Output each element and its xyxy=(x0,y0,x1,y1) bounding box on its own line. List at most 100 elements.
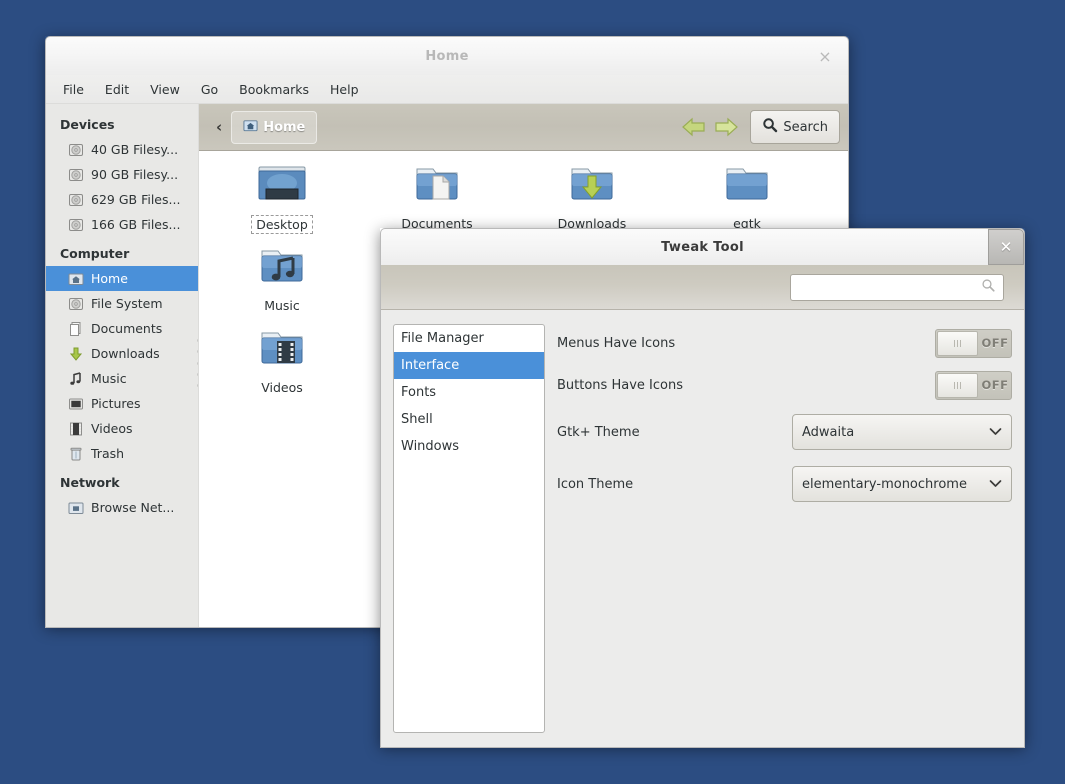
file-item-videos[interactable]: Videos xyxy=(227,323,337,396)
menus-have-icons-toggle[interactable]: OFF xyxy=(935,328,1012,358)
toggle-knob xyxy=(937,372,978,398)
sidebar-item-label: Home xyxy=(91,271,128,286)
videos-folder-icon xyxy=(227,323,337,375)
sidebar-item-label: 166 GB Files... xyxy=(91,217,181,232)
desktop-folder-icon xyxy=(227,159,337,211)
dropdown-value: elementary-monochrome xyxy=(802,476,967,492)
menu-item-edit[interactable]: Edit xyxy=(96,79,138,100)
sidebar-item-pictures[interactable]: Pictures xyxy=(46,391,198,416)
drive-icon xyxy=(68,296,84,312)
file-item-desktop[interactable]: Desktop xyxy=(227,159,337,234)
gtk-theme-dropdown[interactable]: Adwaita xyxy=(792,414,1012,450)
file-manager-close-button[interactable]: × xyxy=(812,37,838,75)
back-arrow[interactable] xyxy=(680,115,708,139)
music-note-icon xyxy=(68,371,84,387)
breadcrumb-label: Home xyxy=(263,119,306,135)
sidebar-heading-devices: Devices xyxy=(60,117,115,132)
sidebar-item-label: Trash xyxy=(91,446,125,461)
toggle-state-label: OFF xyxy=(981,378,1009,392)
menu-item-bookmarks[interactable]: Bookmarks xyxy=(230,79,318,100)
tweak-tool-titlebar: Tweak Tool ✕ xyxy=(380,228,1025,265)
file-manager-titlebar: Home × xyxy=(45,36,849,75)
home-folder-icon xyxy=(243,118,258,137)
file-item-egtk[interactable]: egtk xyxy=(692,159,802,232)
sidebar-item-downloads[interactable]: Downloads xyxy=(46,341,198,366)
search-button[interactable]: Search xyxy=(750,110,840,144)
drive-icon xyxy=(68,167,84,183)
category-item-interface[interactable]: Interface xyxy=(394,352,544,379)
file-item-downloads[interactable]: Downloads xyxy=(537,159,647,232)
toggle-state-label: OFF xyxy=(981,336,1009,350)
sidebar-item-documents[interactable]: Documents xyxy=(46,316,198,341)
sidebar-item-trash[interactable]: Trash xyxy=(46,441,198,466)
dropdown-value: Adwaita xyxy=(802,424,855,440)
category-item-fonts[interactable]: Fonts xyxy=(394,379,544,406)
tweak-tool-category-list[interactable]: File Manager Interface Fonts Shell Windo… xyxy=(393,324,545,733)
menu-item-go[interactable]: Go xyxy=(192,79,227,100)
sidebar-item-90gb[interactable]: 90 GB Filesy... xyxy=(46,162,198,187)
sidebar-item-videos[interactable]: Videos xyxy=(46,416,198,441)
file-item-label: Music xyxy=(264,298,300,313)
sidebar-item-music[interactable]: Music xyxy=(46,366,198,391)
file-item-documents[interactable]: Documents xyxy=(382,159,492,232)
sidebar-item-166gb[interactable]: 166 GB Files... xyxy=(46,212,198,237)
tweak-tool-searchbar xyxy=(381,265,1024,310)
file-manager-title: Home xyxy=(425,48,469,64)
file-item-label: Videos xyxy=(261,380,303,395)
places-sidebar: Devices 40 GB Filesy... 90 GB Filesy... xyxy=(46,104,199,627)
category-item-file-manager[interactable]: File Manager xyxy=(394,325,544,352)
chevron-down-icon xyxy=(989,478,1002,491)
sidebar-item-label: Music xyxy=(91,371,127,386)
plain-folder-icon xyxy=(692,159,802,211)
sidebar-heading-network: Network xyxy=(60,475,120,490)
trash-icon xyxy=(68,446,84,462)
buttons-have-icons-toggle[interactable]: OFF xyxy=(935,370,1012,400)
sidebar-item-label: 40 GB Filesy... xyxy=(91,142,179,157)
search-icon xyxy=(981,278,996,297)
file-item-label: Desktop xyxy=(251,215,313,234)
path-toolbar: ‹ Home Search xyxy=(199,104,848,151)
drive-icon xyxy=(68,142,84,158)
search-button-label: Search xyxy=(783,119,828,135)
search-icon xyxy=(762,117,778,137)
sidebar-item-home[interactable]: Home xyxy=(46,266,198,291)
setting-row-buttons-have-icons: Buttons Have Icons OFF xyxy=(557,366,1012,404)
tweak-tool-search-input[interactable] xyxy=(790,273,1004,301)
network-folder-icon xyxy=(68,500,84,516)
sidebar-item-file-system[interactable]: File System xyxy=(46,291,198,316)
film-icon xyxy=(68,421,84,437)
tweak-tool-body: File Manager Interface Fonts Shell Windo… xyxy=(380,265,1025,748)
setting-label: Icon Theme xyxy=(557,476,634,492)
sidebar-item-label: Documents xyxy=(91,321,163,336)
category-item-shell[interactable]: Shell xyxy=(394,406,544,433)
category-item-windows[interactable]: Windows xyxy=(394,433,544,460)
setting-label: Buttons Have Icons xyxy=(557,377,683,393)
sidebar-item-browse-network[interactable]: Browse Net... xyxy=(46,495,198,520)
sidebar-item-40gb[interactable]: 40 GB Filesy... xyxy=(46,137,198,162)
tweak-tool-content: File Manager Interface Fonts Shell Windo… xyxy=(381,310,1024,747)
setting-row-gtk-theme: Gtk+ Theme Adwaita xyxy=(557,408,1012,456)
file-item-music[interactable]: Music xyxy=(227,241,337,314)
icon-theme-dropdown[interactable]: elementary-monochrome xyxy=(792,466,1012,502)
sidebar-item-label: Browse Net... xyxy=(91,500,175,515)
sidebar-item-629gb[interactable]: 629 GB Files... xyxy=(46,187,198,212)
sidebar-item-label: Pictures xyxy=(91,396,141,411)
menu-item-view[interactable]: View xyxy=(141,79,189,100)
menu-bar: File Edit View Go Bookmarks Help xyxy=(46,75,848,104)
drive-icon xyxy=(68,192,84,208)
path-back-chevron[interactable]: ‹ xyxy=(207,118,231,136)
picture-icon xyxy=(68,396,84,412)
sidebar-item-label: 629 GB Files... xyxy=(91,192,181,207)
setting-row-menus-have-icons: Menus Have Icons OFF xyxy=(557,324,1012,362)
home-folder-icon xyxy=(68,271,84,287)
documents-icon xyxy=(68,321,84,337)
setting-row-icon-theme: Icon Theme elementary-monochrome xyxy=(557,460,1012,508)
menu-item-file[interactable]: File xyxy=(54,79,93,100)
breadcrumb-home[interactable]: Home xyxy=(231,110,318,144)
sidebar-heading-computer: Computer xyxy=(60,246,130,261)
menu-item-help[interactable]: Help xyxy=(321,79,368,100)
tweak-tool-title: Tweak Tool xyxy=(661,239,744,255)
forward-arrow[interactable] xyxy=(712,115,740,139)
sidebar-item-label: Videos xyxy=(91,421,133,436)
tweak-tool-close-button[interactable]: ✕ xyxy=(988,229,1024,265)
